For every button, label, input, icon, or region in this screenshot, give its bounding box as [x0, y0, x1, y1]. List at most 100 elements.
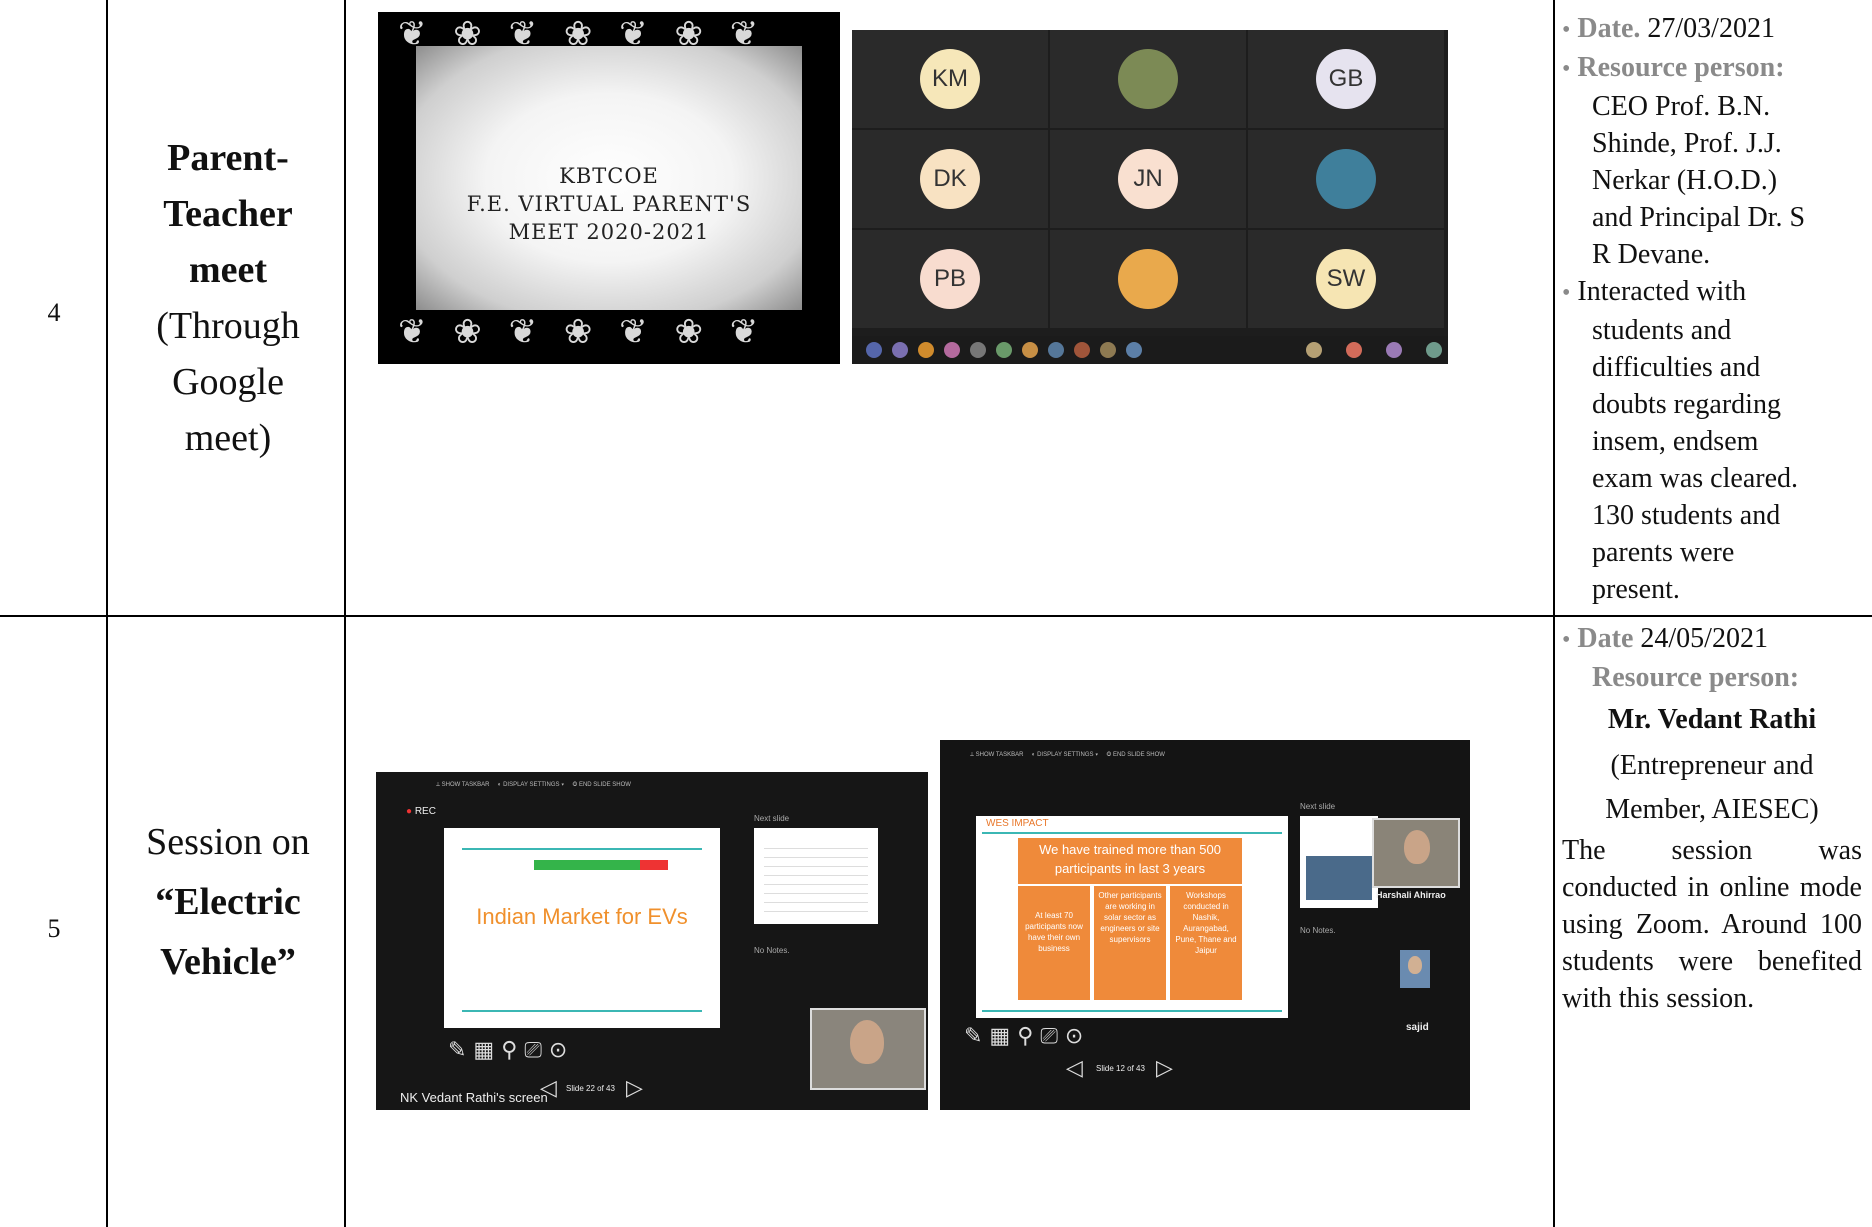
title-line: Google: [172, 361, 284, 403]
participant-thumbnail: [970, 342, 986, 358]
presenter-toolbar: ⟂ SHOW TASKBAR ◐ DISPLAY SETTINGS ▾ ◎ EN…: [436, 782, 631, 788]
ev-session-screenshot-2: ⟂ SHOW TASKBAR ◐ DISPLAY SETTINGS ▾ ◎ EN…: [940, 740, 1470, 1110]
resource-label: • Resource person:: [1562, 52, 1785, 83]
participant-avatar: GB: [1316, 49, 1376, 109]
participant-thumbnail: [1426, 342, 1442, 358]
participant-tile: GB: [1248, 30, 1444, 128]
row-number: 4: [47, 298, 61, 327]
text-line: CEO Prof. B.N.: [1592, 91, 1771, 122]
ornament-bottom: ❦ ❀ ❦ ❀ ❦ ❀ ❦: [398, 312, 767, 352]
resource-persons: CEO Prof. B.N. Shinde, Prof. J.J. Nerkar…: [1562, 88, 1862, 273]
recording-indicator: ● REC: [406, 806, 436, 817]
title-line: (Through: [156, 305, 300, 347]
participant-thumbnail: [866, 342, 882, 358]
participant-thumbnail: [892, 342, 908, 358]
title-line: “Electric: [155, 881, 301, 923]
session-summary: The session was conducted in online mode…: [1562, 835, 1862, 1014]
participant-thumbnail: [1126, 342, 1142, 358]
next-slide-thumbnail: [1300, 816, 1378, 908]
resource-person-role: (Entrepreneur and Member, AIESEC): [1562, 744, 1862, 832]
participant-webcam: [1372, 818, 1460, 888]
presenter-toolbar: ⟂ SHOW TASKBAR ◐ DISPLAY SETTINGS ▾ ◎ EN…: [970, 752, 1165, 758]
participant-strip: [852, 336, 1448, 364]
participant-avatar: JN: [1118, 149, 1178, 209]
current-slide: WES IMPACT We have trained more than 500…: [976, 816, 1288, 1018]
meet-title-slide-image: ❦ ❀ ❦ ❀ ❦ ❀ ❦ ❦ ❀ ❦ ❀ ❦ ❀ ❦ KBTCOE F.E. …: [378, 12, 840, 364]
ev-session-screenshot-1: ⟂ SHOW TASKBAR ◐ DISPLAY SETTINGS ▾ ◎ EN…: [376, 772, 928, 1110]
text-line: exam was cleared.: [1592, 463, 1798, 494]
row-number: 5: [47, 914, 61, 943]
participant-thumbnail: [1346, 342, 1362, 358]
text-line: parents were: [1592, 537, 1735, 568]
participant-name: sajid: [1406, 1022, 1429, 1033]
title-line: Parent-: [167, 137, 289, 179]
table-border: [1553, 0, 1555, 1227]
title-line: Vehicle”: [160, 941, 296, 983]
resource-person-name: Mr. Vedant Rathi: [1607, 704, 1817, 735]
slide-line: MEET 2020-2021: [508, 220, 710, 244]
notes-label: No Notes.: [754, 946, 790, 955]
pen-tools[interactable]: ✎ ▦ ⚲ ⎚ ⊙: [448, 1038, 567, 1063]
text-line: present.: [1592, 574, 1680, 605]
text-line: 130 students and: [1592, 500, 1781, 531]
pen-tools[interactable]: ✎ ▦ ⚲ ⎚ ⊙: [964, 1024, 1083, 1049]
interaction-note: • Interacted with students and difficult…: [1562, 273, 1862, 608]
slide-counter: Slide 12 of 43: [1096, 1064, 1145, 1073]
participant-thumbnail: [1048, 342, 1064, 358]
ornament-top: ❦ ❀ ❦ ❀ ❦ ❀ ❦: [398, 14, 767, 54]
participant-thumbnail: [1386, 342, 1402, 358]
next-slide-button[interactable]: ▷: [1156, 1056, 1173, 1081]
participant-thumbnail: [1022, 342, 1038, 358]
date-entry: • Date. 27/03/2021: [1562, 13, 1775, 44]
banner-line: participants in last 3 years: [1054, 861, 1206, 876]
participant-thumbnail: [944, 342, 960, 358]
participant-avatar: PB: [920, 249, 980, 309]
participant-thumbnail: [918, 342, 934, 358]
table-border-left: [106, 0, 108, 1227]
participant-thumbnail: [1306, 342, 1322, 358]
text-line: Member, AIESEC): [1605, 794, 1819, 825]
date-entry: • Date 24/05/2021: [1562, 623, 1768, 654]
text-line: students and: [1592, 315, 1732, 346]
participant-thumbnail: [1074, 342, 1090, 358]
participant-thumbnail: [1100, 342, 1116, 358]
participant-tile: [1248, 130, 1444, 228]
participant-avatar: DK: [920, 149, 980, 209]
notes-label: No Notes.: [1300, 926, 1336, 935]
impact-box: Workshops conducted in Nashik, Aurangaba…: [1170, 886, 1242, 1000]
participant-tile: DK: [852, 130, 1048, 228]
text-line: R Devane.: [1592, 239, 1711, 270]
slide-line: KBTCOE: [559, 164, 659, 188]
title-line: Session on: [146, 821, 310, 863]
text-line: and Principal Dr. S: [1592, 202, 1806, 233]
next-slide-label: Next slide: [754, 814, 790, 823]
participant-name: Harshali Ahirrao: [1376, 890, 1446, 900]
text-line: Shinde, Prof. J.J.: [1592, 128, 1782, 159]
impact-banner: We have trained more than 500 participan…: [1018, 838, 1242, 884]
participant-avatar: KM: [920, 49, 980, 109]
participant-tile: [1050, 30, 1246, 128]
row-divider: [0, 615, 1872, 617]
presenter-webcam: [810, 1008, 926, 1090]
text-line: Nerkar (H.O.D.): [1592, 165, 1778, 196]
participant-thumbnail: [1400, 950, 1430, 988]
activity-table: 4 Parent- Teacher meet (Through Google m…: [0, 0, 1872, 1227]
title-line: meet: [188, 249, 268, 291]
next-slide-button[interactable]: ▷: [626, 1076, 643, 1101]
text-line: insem, endsem: [1592, 426, 1759, 457]
participant-tile: PB: [852, 230, 1048, 328]
next-slide-label: Next slide: [1300, 802, 1336, 811]
event-details: • Date. 27/03/2021 • Resource person: CE…: [1562, 10, 1862, 608]
event-details: • Date 24/05/2021 Resource person: Mr. V…: [1562, 620, 1862, 1017]
participant-tile: [1050, 230, 1246, 328]
participant-thumbnail: [996, 342, 1012, 358]
slide-heading: WES IMPACT: [986, 818, 1049, 829]
resource-label: Resource person:: [1592, 662, 1800, 693]
event-title: Session on “Electric Vehicle”: [110, 812, 346, 992]
slide-counter: Slide 22 of 43: [566, 1084, 615, 1093]
participant-avatar: [1118, 49, 1178, 109]
participant-tile: JN: [1050, 130, 1246, 228]
meet-participants-screenshot: KM GB DK JN PB SW: [852, 30, 1448, 364]
impact-box: Other participants are working in solar …: [1094, 886, 1166, 1000]
prev-slide-button[interactable]: ◁: [1066, 1056, 1083, 1081]
